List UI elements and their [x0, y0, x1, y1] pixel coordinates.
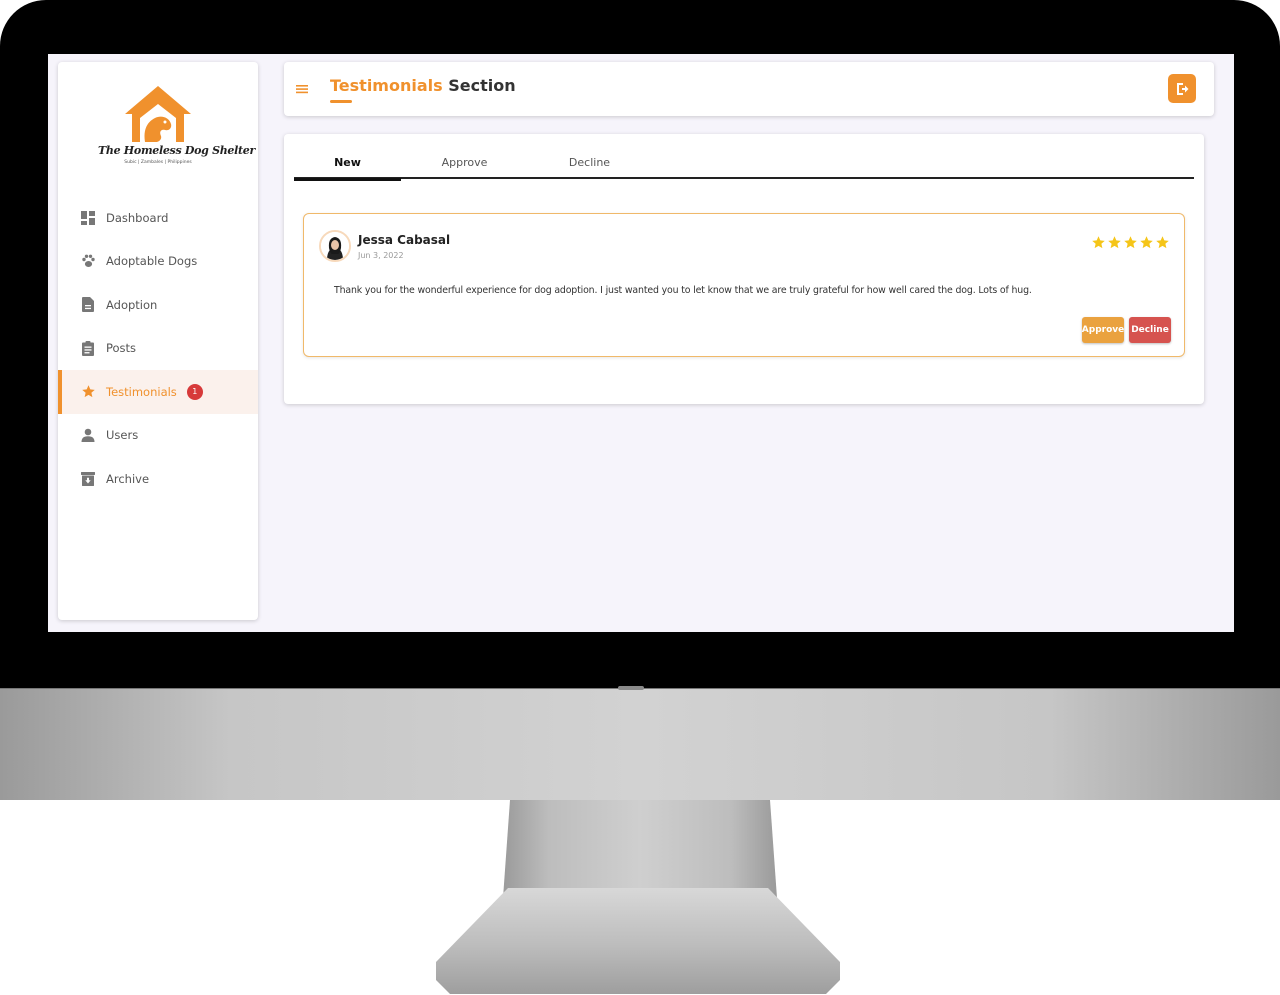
sidebar-item-users[interactable]: Users — [58, 414, 258, 458]
user-icon — [80, 427, 96, 443]
sidebar-nav: Dashboard Adoptable Dogs Adoption Posts — [58, 196, 258, 501]
sidebar-item-label: Testimonials — [106, 384, 177, 399]
sidebar-item-adoptable-dogs[interactable]: Adoptable Dogs — [58, 240, 258, 284]
clipboard-icon — [80, 340, 96, 356]
author-name: Jessa Cabasal — [358, 233, 451, 247]
archive-icon — [80, 471, 96, 487]
sidebar-item-label: Archive — [106, 471, 150, 486]
star-icon — [1108, 236, 1121, 249]
monitor-notch — [618, 686, 644, 690]
brand-title: The Homeless Dog Shelter — [98, 144, 255, 157]
star-icon — [1156, 236, 1169, 249]
star-icon — [80, 384, 96, 400]
title-underline — [330, 100, 352, 103]
page-title-accent: Testimonials — [330, 76, 443, 95]
sidebar-item-label: Adoptable Dogs — [106, 254, 198, 269]
sidebar-item-dashboard[interactable]: Dashboard — [58, 196, 258, 240]
page-header: Testimonials Section — [284, 62, 1214, 116]
page-title-rest: Section — [442, 76, 516, 95]
sidebar-item-archive[interactable]: Archive — [58, 457, 258, 501]
sidebar: The Homeless Dog Shelter Subic | Zambale… — [58, 62, 258, 620]
document-icon — [80, 297, 96, 313]
logout-icon — [1177, 82, 1189, 95]
decline-button[interactable]: Decline — [1129, 317, 1171, 343]
tab-new[interactable]: New — [294, 146, 401, 181]
monitor-chin — [0, 688, 1280, 800]
sidebar-item-adoption[interactable]: Adoption — [58, 283, 258, 327]
sidebar-item-label: Users — [106, 428, 139, 443]
dashboard-icon — [80, 210, 96, 226]
approve-button[interactable]: Approve — [1082, 317, 1124, 343]
testimonial-card: Jessa Cabasal Jun 3, 2022 Thank you for … — [303, 213, 1185, 357]
brand-subtitle: Subic | Zambales | Philippines — [124, 160, 192, 165]
paw-icon — [80, 253, 96, 269]
star-icon — [1124, 236, 1137, 249]
review-date: Jun 3, 2022 — [358, 251, 404, 260]
sidebar-item-label: Adoption — [106, 297, 158, 312]
app-screen: The Homeless Dog Shelter Subic | Zambale… — [48, 54, 1234, 632]
notification-badge: 1 — [186, 383, 203, 400]
star-rating — [1091, 235, 1170, 250]
avatar — [319, 230, 351, 262]
logout-button[interactable] — [1168, 74, 1196, 103]
tab-decline[interactable]: Decline — [536, 146, 643, 179]
monitor-stand-base — [436, 888, 840, 994]
tab-approve[interactable]: Approve — [411, 146, 518, 179]
star-icon — [1092, 236, 1105, 249]
status-tabs: New Approve Decline — [294, 146, 1194, 181]
sidebar-item-label: Posts — [106, 341, 137, 356]
page-title: Testimonials Section — [330, 76, 516, 95]
brand-logo[interactable]: The Homeless Dog Shelter Subic | Zambale… — [98, 84, 255, 174]
hamburger-menu-icon[interactable] — [295, 81, 309, 95]
house-dog-logo-icon — [125, 86, 191, 142]
testimonials-panel: New Approve Decline Jessa Cabasal Jun 3,… — [284, 134, 1204, 404]
sidebar-item-testimonials[interactable]: Testimonials 1 — [58, 370, 258, 414]
sidebar-item-label: Dashboard — [106, 210, 169, 225]
sidebar-item-posts[interactable]: Posts — [58, 327, 258, 371]
review-text: Thank you for the wonderful experience f… — [334, 285, 1032, 296]
star-icon — [1140, 236, 1153, 249]
